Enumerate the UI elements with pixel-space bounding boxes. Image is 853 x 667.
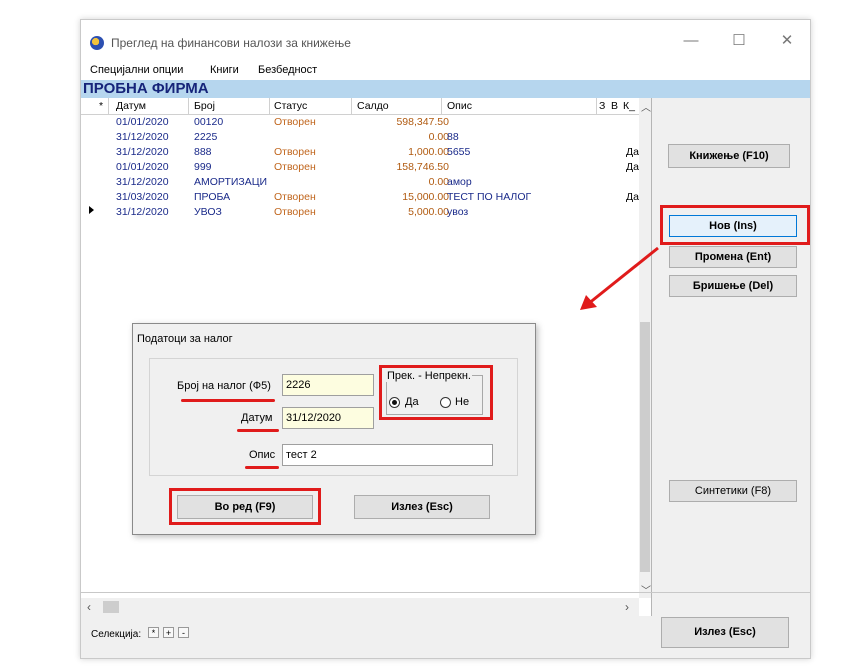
menu-special-options[interactable]: Специјални опции xyxy=(90,64,183,76)
cell-k: Да xyxy=(626,161,639,173)
horizontal-scrollbar[interactable]: ‹ › xyxy=(81,598,639,616)
scroll-up-icon[interactable]: ︿ xyxy=(641,99,651,114)
cancel-button[interactable]: Излез (Esc) xyxy=(354,495,490,519)
cell-number: 2225 xyxy=(194,131,218,143)
menu-bar: Специјални опции Книги Безбедност xyxy=(81,62,810,80)
cell-saldo: 158,746.50 xyxy=(396,161,449,173)
cell-status: Отворен xyxy=(274,116,316,128)
cell-number: 888 xyxy=(194,146,212,158)
order-number-label: Број на налог (Ф5) xyxy=(177,380,271,392)
company-name: ПРОБНА ФИРМА xyxy=(81,80,810,98)
horizontal-scroll-thumb[interactable] xyxy=(103,601,119,613)
col-saldo[interactable]: Салдо xyxy=(357,100,389,112)
cell-k: Да xyxy=(626,191,639,203)
cell-saldo: 598,347.50 xyxy=(396,116,449,128)
cell-date: 31/12/2020 xyxy=(116,206,169,218)
col-number[interactable]: Број xyxy=(194,100,215,112)
col-date[interactable]: Датум xyxy=(116,100,146,112)
select-remove-button[interactable]: - xyxy=(178,627,189,638)
scroll-left-icon[interactable]: ‹ xyxy=(87,600,91,614)
grid-header: * Датум Број Статус Салдо Опис З В К_ xyxy=(81,98,639,115)
underline-description xyxy=(245,466,279,469)
cell-status: Отворен xyxy=(274,146,316,158)
maximize-icon[interactable]: ☐ xyxy=(724,30,754,52)
underline-date xyxy=(237,429,279,432)
selection-label: Селекција: xyxy=(91,629,142,640)
col-v[interactable]: В xyxy=(611,100,618,112)
cell-date: 31/12/2020 xyxy=(116,131,169,143)
menu-books[interactable]: Книги xyxy=(210,64,239,76)
dialog-title: Податоци за налог xyxy=(137,333,233,345)
cell-desc: увоз xyxy=(447,206,469,218)
vertical-scrollbar[interactable]: ︿ ﹀ xyxy=(639,98,651,598)
col-desc[interactable]: Опис xyxy=(447,100,472,112)
cell-number: 00120 xyxy=(194,116,224,128)
cell-number: ПРОБА xyxy=(194,191,231,203)
cell-saldo: 0.00 xyxy=(428,176,449,188)
description-input[interactable] xyxy=(282,444,493,466)
row-pointer-icon xyxy=(89,206,94,214)
vertical-scroll-thumb[interactable] xyxy=(640,322,650,572)
exit-button[interactable]: Излез (Esc) xyxy=(661,617,789,648)
cell-desc: ТЕСТ ПО НАЛОГ xyxy=(447,191,532,203)
cell-desc: амор xyxy=(447,176,472,188)
date-input[interactable] xyxy=(282,407,374,429)
col-k[interactable]: К_ xyxy=(623,100,635,112)
cell-saldo: 1,000.00 xyxy=(408,146,449,158)
cell-date: 31/12/2020 xyxy=(116,176,169,188)
title-bar: Преглед на финансови налози за книжење —… xyxy=(81,20,810,62)
table-row[interactable]: 01/01/2020 00120 Отворен 598,347.50 xyxy=(81,115,639,130)
col-star[interactable]: * xyxy=(99,100,103,112)
table-row[interactable]: 31/03/2020 ПРОБА Отворен 15,000.00 ТЕСТ … xyxy=(81,190,639,205)
app-icon xyxy=(90,36,104,50)
table-row[interactable]: 31/12/2020 АМОРТИЗАЦИ 0.00 амор xyxy=(81,175,639,190)
table-row-selected[interactable]: 31/12/2020 УВОЗ Отворен 5,000.00 увоз xyxy=(81,205,639,220)
minimize-icon[interactable]: — xyxy=(676,30,706,52)
table-row[interactable]: 31/12/2020 888 Отворен 1,000.00 5655 Да xyxy=(81,145,639,160)
select-add-button[interactable]: + xyxy=(163,627,174,638)
cell-date: 01/01/2020 xyxy=(116,116,169,128)
close-icon[interactable]: ✕ xyxy=(772,30,802,52)
cell-k: Да xyxy=(626,146,639,158)
cell-date: 01/01/2020 xyxy=(116,161,169,173)
cell-saldo: 0.00 xyxy=(428,131,449,143)
order-number-input[interactable] xyxy=(282,374,374,396)
cell-desc: 88 xyxy=(447,131,459,143)
highlight-ok-button xyxy=(169,488,321,525)
window-title: Преглед на финансови налози за книжење xyxy=(111,36,351,50)
underline-order-number xyxy=(181,399,275,402)
cell-number: 999 xyxy=(194,161,212,173)
col-z[interactable]: З xyxy=(599,100,605,112)
book-button[interactable]: Книжење (F10) xyxy=(668,144,790,168)
menu-security[interactable]: Безбедност xyxy=(258,64,317,76)
table-row[interactable]: 31/12/2020 2225 0.00 88 xyxy=(81,130,639,145)
synthetics-button[interactable]: Синтетики (F8) xyxy=(669,480,797,502)
cell-saldo: 5,000.00 xyxy=(408,206,449,218)
col-status[interactable]: Статус xyxy=(274,100,307,112)
footer-divider xyxy=(81,592,810,593)
cell-status: Отворен xyxy=(274,161,316,173)
cell-saldo: 15,000.00 xyxy=(402,191,449,203)
highlight-radio-group xyxy=(379,365,493,420)
description-label: Опис xyxy=(249,449,276,461)
red-arrow-icon xyxy=(580,246,659,310)
cell-date: 31/12/2020 xyxy=(116,146,169,158)
delete-button[interactable]: Бришење (Del) xyxy=(669,275,797,297)
date-label: Датум xyxy=(241,412,273,424)
select-all-button[interactable]: * xyxy=(148,627,159,638)
cell-status: Отворен xyxy=(274,191,316,203)
cell-desc: 5655 xyxy=(447,146,471,158)
scroll-right-icon[interactable]: › xyxy=(625,600,629,614)
scroll-down-icon[interactable]: ﹀ xyxy=(641,582,651,597)
highlight-new-button xyxy=(660,205,810,245)
table-row[interactable]: 01/01/2020 999 Отворен 158,746.50 Да xyxy=(81,160,639,175)
cell-number: АМОРТИЗАЦИ xyxy=(194,176,268,188)
edit-button[interactable]: Промена (Ent) xyxy=(669,246,797,268)
cell-status: Отворен xyxy=(274,206,316,218)
cell-date: 31/03/2020 xyxy=(116,191,169,203)
cell-number: УВОЗ xyxy=(194,206,222,218)
